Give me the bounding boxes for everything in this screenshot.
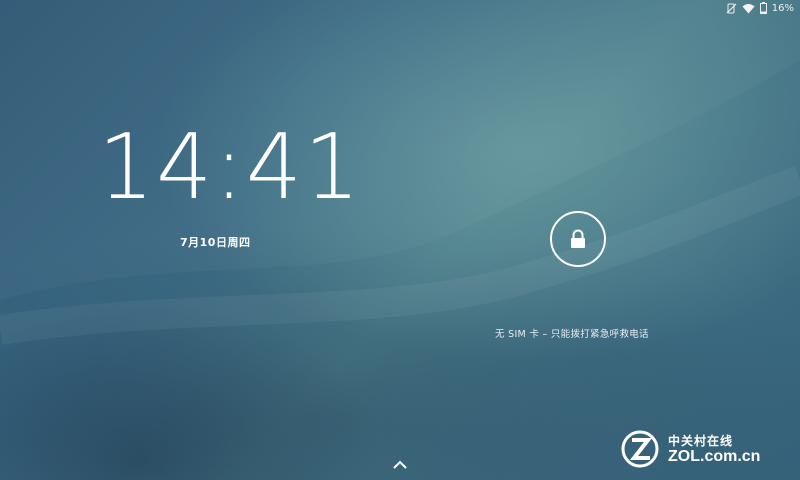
battery-percent: 16% — [771, 2, 794, 14]
watermark: 中关村在线 ZOL.com.cn — [620, 430, 760, 468]
no-sim-icon — [726, 3, 737, 14]
no-sim-message: 无 SIM 卡 – 只能拨打紧急呼救电话 — [495, 329, 649, 340]
wifi-icon — [742, 3, 755, 14]
battery-icon — [759, 2, 767, 14]
wallpaper-background — [0, 165, 800, 345]
watermark-url: ZOL.com.cn — [668, 448, 761, 465]
watermark-chinese: 中关村在线 — [668, 434, 734, 448]
chevron-up-icon[interactable] — [390, 458, 410, 472]
clock-time: 14:41 — [98, 115, 362, 220]
status-bar: 16% — [726, 0, 800, 16]
zol-logo-icon — [621, 430, 659, 468]
clock-date: 7月10日周四 — [180, 236, 251, 249]
lock-icon — [571, 229, 585, 248]
unlock-button[interactable] — [544, 210, 612, 268]
